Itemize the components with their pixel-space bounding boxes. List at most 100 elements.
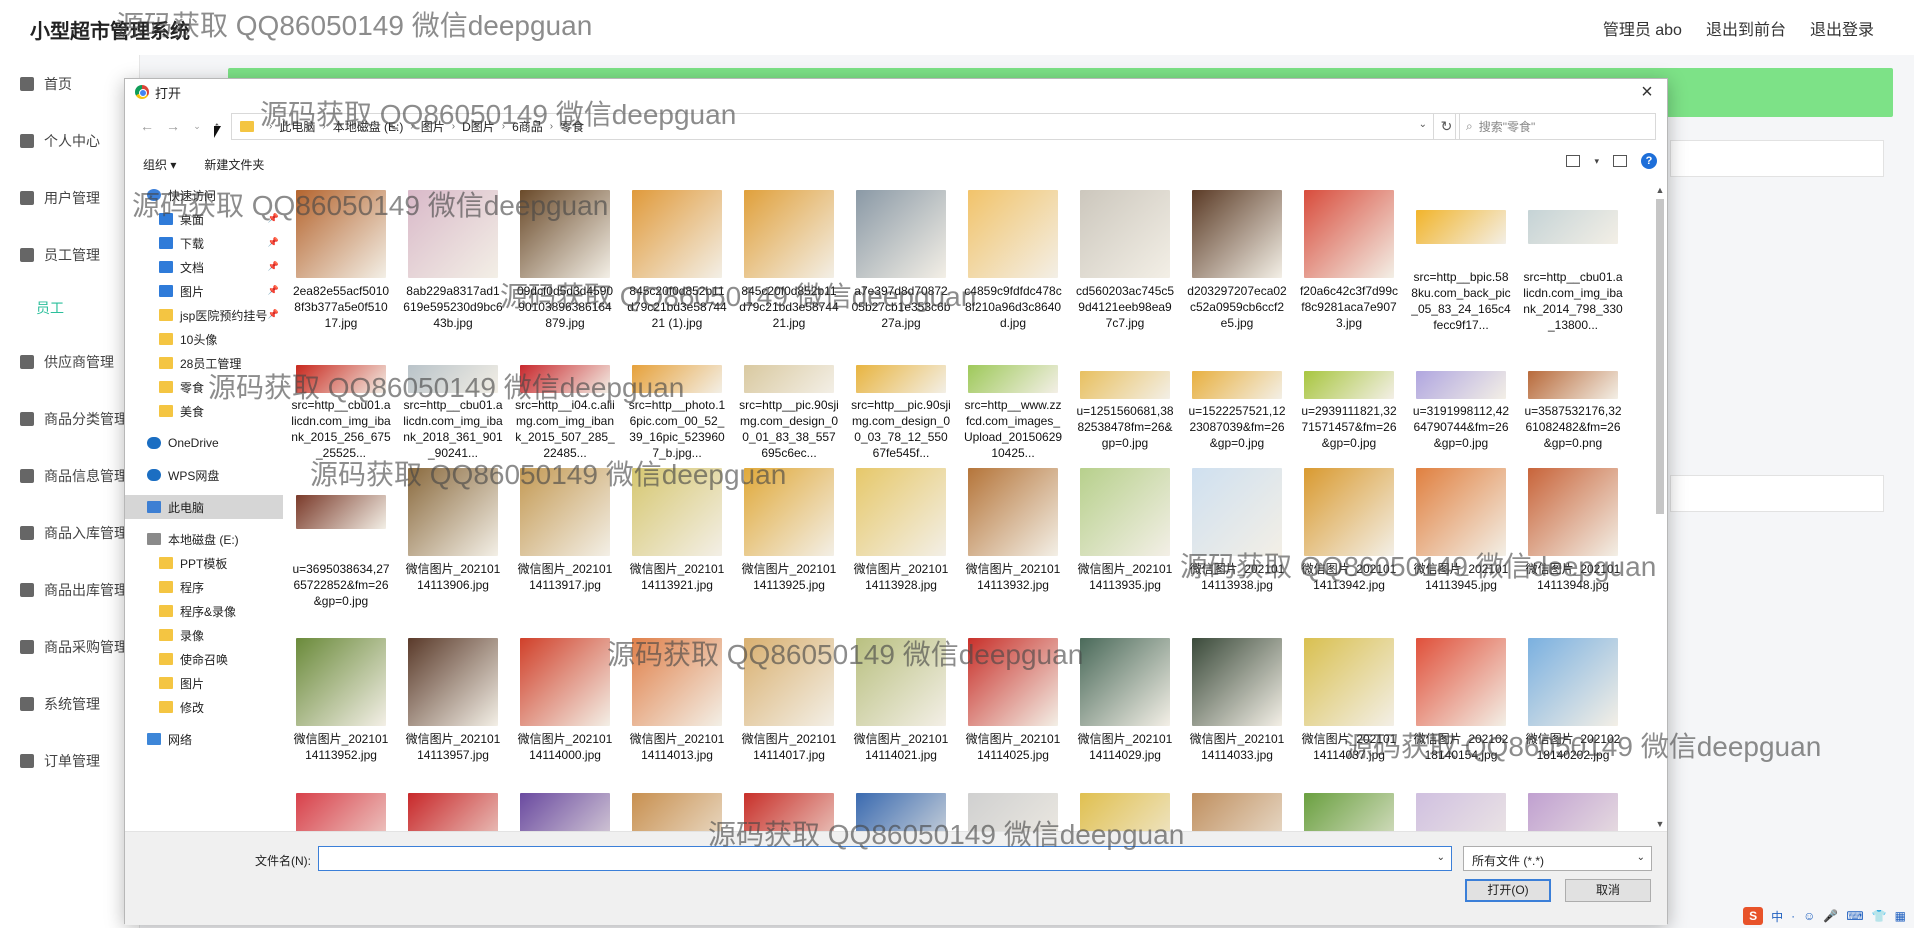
file-item[interactable]: u=2939111821,3271571457&fm=26&gp=0.jpg <box>1293 333 1405 461</box>
open-button[interactable]: 打开(O) <box>1465 879 1551 902</box>
breadcrumb-snacks[interactable]: 零食 <box>560 118 584 135</box>
scroll-up-icon[interactable]: ▲ <box>1653 183 1667 197</box>
file-item[interactable] <box>285 786 397 831</box>
file-item[interactable]: 微信图片_20210114114021.jpg <box>845 631 957 786</box>
help-icon[interactable]: ? <box>1641 153 1657 169</box>
file-item[interactable]: 09dcf0d5d3d459090103896386164879.jpg <box>509 183 621 333</box>
file-item[interactable]: 微信图片_20210114113945.jpg <box>1405 461 1517 631</box>
nav-item[interactable]: 本地磁盘 (E:) <box>125 527 283 551</box>
file-item[interactable]: 微信图片_20210114113952.jpg <box>285 631 397 786</box>
file-type-select[interactable]: 所有文件 (*.*) ⌄ <box>1463 846 1652 871</box>
nav-item[interactable]: PPT模板 <box>125 551 283 575</box>
file-item[interactable] <box>397 786 509 831</box>
nav-item[interactable]: 28员工管理 <box>125 351 283 375</box>
nav-item[interactable]: 使命召唤 <box>125 647 283 671</box>
file-item[interactable]: 微信图片_20210114113928.jpg <box>845 461 957 631</box>
nav-item[interactable]: 下载 📌 <box>125 231 283 255</box>
nav-item[interactable]: 零食 <box>125 375 283 399</box>
ime-lang[interactable]: 中 <box>1771 908 1783 925</box>
bg-input-2[interactable] <box>1670 475 1884 512</box>
file-item[interactable] <box>1517 786 1629 831</box>
mic-icon[interactable]: 🎤 <box>1823 909 1838 923</box>
bg-input-1[interactable] <box>1670 140 1884 177</box>
file-item[interactable]: 微信图片_20210218140202.jpg <box>1517 631 1629 786</box>
breadcrumb-products[interactable]: 6商品 <box>512 118 543 135</box>
search-input[interactable]: ⌕ 搜索"零食" <box>1455 113 1656 140</box>
vertical-scrollbar[interactable]: ▲ ▼ <box>1653 183 1667 831</box>
file-item[interactable] <box>1405 786 1517 831</box>
file-item[interactable]: src=http__bpic.588ku.com_back_pic_05_83_… <box>1405 183 1517 333</box>
file-item[interactable]: src=http__www.zzfcd.com_images_Upload_20… <box>957 333 1069 461</box>
sidebar-item[interactable]: 商品采购管理 <box>0 618 139 675</box>
file-item[interactable]: 微信图片_20210114114013.jpg <box>621 631 733 786</box>
view-options-icon[interactable] <box>1566 155 1581 167</box>
file-item[interactable] <box>1293 786 1405 831</box>
filename-input[interactable]: ⌄ <box>318 846 1452 871</box>
back-arrow-icon[interactable]: ← <box>137 116 157 136</box>
file-item[interactable]: d203297207eca02c52a0959cb6ccf2e5.jpg <box>1181 183 1293 333</box>
breadcrumb-d-pictures[interactable]: D图片 <box>462 118 495 135</box>
forward-arrow-icon[interactable]: → <box>163 116 183 136</box>
nav-item[interactable]: 10头像 <box>125 327 283 351</box>
close-button[interactable]: × <box>1635 81 1659 103</box>
sidebar-item[interactable]: 订单管理 <box>0 732 139 789</box>
nav-item[interactable]: 此电脑 <box>125 495 283 519</box>
file-item[interactable]: 845c20f0d852b11d79c21bd3e5874421.jpg <box>733 183 845 333</box>
nav-item[interactable]: jsp医院预约挂号 📌 <box>125 303 283 327</box>
scroll-down-icon[interactable]: ▼ <box>1653 817 1667 831</box>
back-to-frontend-link[interactable]: 退出到前台 <box>1706 16 1786 40</box>
ime-punct[interactable]: · <box>1791 909 1795 923</box>
file-item[interactable]: 微信图片_20210114113932.jpg <box>957 461 1069 631</box>
file-item[interactable]: src=http__i04.c.aliimg.com_img_ibank_201… <box>509 333 621 461</box>
sidebar-item[interactable]: 系统管理 <box>0 675 139 732</box>
chevron-down-icon[interactable]: ⌄ <box>1437 852 1445 863</box>
toolbox-icon[interactable]: ▦ <box>1895 909 1906 923</box>
file-item[interactable]: u=3191998112,4264790744&fm=26&gp=0.jpg <box>1405 333 1517 461</box>
file-item[interactable] <box>1181 786 1293 831</box>
organize-menu[interactable]: 组织 ▾ <box>143 156 176 173</box>
file-item[interactable]: src=http__cbu01.alicdn.com_img_ibank_201… <box>397 333 509 461</box>
sogou-ime-icon[interactable]: S <box>1743 907 1764 925</box>
file-item[interactable]: 微信图片_20210114113921.jpg <box>621 461 733 631</box>
nav-item[interactable]: 程序&录像 <box>125 599 283 623</box>
file-item[interactable]: c4859c9fdfdc478c8f210a96d3c8640d.jpg <box>957 183 1069 333</box>
file-item[interactable]: 微信图片_20210114114033.jpg <box>1181 631 1293 786</box>
file-item[interactable]: u=3587532176,3261082482&fm=26&gp=0.png <box>1517 333 1629 461</box>
file-item[interactable]: 微信图片_20210218140154.jpg <box>1405 631 1517 786</box>
file-item[interactable]: 微信图片_20210114113906.jpg <box>397 461 509 631</box>
keyboard-icon[interactable]: ⌨ <box>1846 909 1863 923</box>
nav-item[interactable]: 文档 📌 <box>125 255 283 279</box>
file-item[interactable]: 微信图片_20210114114000.jpg <box>509 631 621 786</box>
scrollbar-thumb[interactable] <box>1656 199 1664 514</box>
emoji-icon[interactable]: ☺ <box>1803 909 1815 923</box>
nav-item[interactable]: 图片 📌 <box>125 279 283 303</box>
file-item[interactable]: 微信图片_20210114114029.jpg <box>1069 631 1181 786</box>
file-item[interactable]: 微信图片_20210114113942.jpg <box>1293 461 1405 631</box>
file-item[interactable]: 845c20f0d852b11d79c21bd3e5874421 (1).jpg <box>621 183 733 333</box>
file-item[interactable]: 2ea82e55acf50108f3b377a5e0f51017.jpg <box>285 183 397 333</box>
nav-item[interactable]: 程序 <box>125 575 283 599</box>
file-item[interactable] <box>845 786 957 831</box>
file-item[interactable]: u=3695038634,2765722852&fm=26&gp=0.jpg <box>285 461 397 631</box>
file-item[interactable]: src=http__cbu01.alicdn.com_img_ibank_201… <box>1517 183 1629 333</box>
file-item[interactable]: src=http__pic.90sjimg.com_design_00_01_8… <box>733 333 845 461</box>
nav-item[interactable]: 快速访问 <box>125 183 283 207</box>
file-item[interactable]: cd560203ac745c59d4121eeb98ea97c7.jpg <box>1069 183 1181 333</box>
nav-item[interactable]: 修改 <box>125 695 283 719</box>
nav-item[interactable]: 图片 <box>125 671 283 695</box>
breadcrumb-drive-e[interactable]: 本地磁盘 (E:) <box>333 118 404 135</box>
chevron-down-icon[interactable]: ⌄ <box>1419 119 1427 130</box>
file-item[interactable]: 微信图片_20210114113925.jpg <box>733 461 845 631</box>
sidebar-item[interactable]: 商品出库管理 <box>0 561 139 618</box>
sidebar-item[interactable]: 个人中心 <box>0 112 139 169</box>
file-item[interactable]: src=http__pic.90sjimg.com_design_00_03_7… <box>845 333 957 461</box>
file-item[interactable]: 微信图片_20210114114037.jpg <box>1293 631 1405 786</box>
nav-item[interactable]: OneDrive <box>125 431 283 455</box>
file-item[interactable]: a7e397d8d7087205b27cb1e353c6b27a.jpg <box>845 183 957 333</box>
file-item[interactable]: 微信图片_20210114114025.jpg <box>957 631 1069 786</box>
sidebar-item[interactable]: 员工 <box>0 283 139 333</box>
sidebar-item[interactable]: 供应商管理 <box>0 333 139 390</box>
address-bar[interactable]: › 此电脑 › 本地磁盘 (E:) › 图片 › D图片 › 6商品 › 零食 … <box>231 113 1434 140</box>
file-item[interactable]: 微信图片_20210114113938.jpg <box>1181 461 1293 631</box>
cancel-button[interactable]: 取消 <box>1565 879 1651 902</box>
